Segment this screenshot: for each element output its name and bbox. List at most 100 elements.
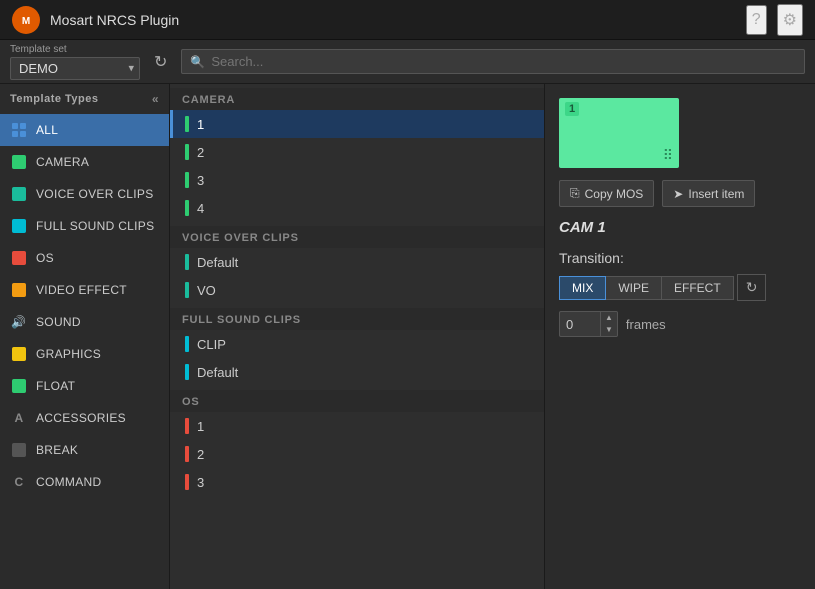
copy-mos-label: Copy MOS [585, 187, 644, 201]
thumbnail-number: 1 [565, 102, 579, 116]
item-color-bar [185, 254, 189, 270]
sidebar-label-voice-over: VOICE OVER CLIPS [36, 187, 154, 201]
main-content: Template Types « ALLCAMERAVOICE OVER CLI… [0, 84, 815, 589]
item-label: 1 [197, 117, 204, 132]
toolbar: Template set DEMOPRODUCTIONTEST ↻ 🔍 [0, 40, 815, 84]
template-set-select[interactable]: DEMOPRODUCTIONTEST [10, 57, 140, 80]
sidebar-item-accessories[interactable]: AACCESSORIES [0, 402, 169, 434]
item-color-bar [185, 282, 189, 298]
svg-text:M: M [22, 16, 30, 27]
transition-tab-mix[interactable]: MIX [559, 276, 606, 300]
thumbnail-grid-icon: ⠿ [663, 147, 673, 164]
item-label: 4 [197, 201, 204, 216]
sidebar-item-full-sound[interactable]: FULL SOUND CLIPS [0, 210, 169, 242]
item-label: 3 [197, 173, 204, 188]
item-color-bar [185, 418, 189, 434]
sidebar-icon-break [10, 441, 28, 459]
template-item[interactable]: Default [170, 248, 544, 276]
item-label: 1 [197, 419, 204, 434]
sidebar-label-sound: SOUND [36, 315, 81, 329]
transition-tab-effect[interactable]: EFFECT [661, 276, 734, 300]
item-color-bar [185, 200, 189, 216]
sidebar-item-graphics[interactable]: GRAPHICS [0, 338, 169, 370]
transition-tab-wipe[interactable]: WIPE [605, 276, 662, 300]
help-button[interactable]: ? [746, 5, 767, 35]
frames-row: ▲ ▼ frames [559, 311, 801, 337]
template-set-group: Template set DEMOPRODUCTIONTEST [10, 44, 140, 80]
item-label: CLIP [197, 337, 226, 352]
insert-item-button[interactable]: ➤ Insert item [662, 180, 755, 207]
template-item[interactable]: 3 [170, 468, 544, 496]
sidebar-label-break: BREAK [36, 443, 78, 457]
item-label: 2 [197, 145, 204, 160]
item-color-bar [185, 336, 189, 352]
template-item[interactable]: 2 [170, 138, 544, 166]
sidebar-label-command: COMMAND [36, 475, 101, 489]
template-item[interactable]: 4 [170, 194, 544, 222]
sidebar-label-video-effect: VIDEO EFFECT [36, 283, 127, 297]
template-item[interactable]: 1 [170, 412, 544, 440]
preview-panel: 1 ⠿ ⎘ Copy MOS ➤ Insert item CAM 1 Trans… [545, 84, 815, 589]
template-item[interactable]: Default [170, 358, 544, 386]
sidebar-item-all[interactable]: ALL [0, 114, 169, 146]
item-color-bar [185, 144, 189, 160]
sidebar-icon-camera [10, 153, 28, 171]
sidebar-label-all: ALL [36, 123, 58, 137]
frames-down-button[interactable]: ▼ [601, 324, 617, 336]
item-color-bar [185, 172, 189, 188]
sidebar-item-voice-over[interactable]: VOICE OVER CLIPS [0, 178, 169, 210]
frames-spinner: ▲ ▼ [600, 312, 617, 336]
collapse-button[interactable]: « [152, 92, 159, 106]
frames-up-button[interactable]: ▲ [601, 312, 617, 324]
sidebar-item-break[interactable]: BREAK [0, 434, 169, 466]
template-item[interactable]: 1 [170, 110, 544, 138]
template-item[interactable]: 3 [170, 166, 544, 194]
template-item[interactable]: 2 [170, 440, 544, 468]
copy-mos-button[interactable]: ⎘ Copy MOS [559, 180, 654, 207]
transition-label: Transition: [559, 250, 801, 266]
search-container: 🔍 [181, 49, 805, 74]
preview-button-row: ⎘ Copy MOS ➤ Insert item [559, 180, 801, 207]
transition-tabs: MIXWIPEEFFECT ↻ [559, 274, 801, 301]
sidebar: Template Types « ALLCAMERAVOICE OVER CLI… [0, 84, 170, 589]
search-icon: 🔍 [190, 55, 205, 69]
sidebar-item-os[interactable]: OS [0, 242, 169, 274]
frames-label: frames [626, 317, 666, 332]
app-title: Mosart NRCS Plugin [50, 12, 736, 28]
transition-tabs-container: MIXWIPEEFFECT [559, 276, 733, 300]
title-bar: M Mosart NRCS Plugin ? ⚙ [0, 0, 815, 40]
sidebar-item-video-effect[interactable]: VIDEO EFFECT [0, 274, 169, 306]
item-label: Default [197, 365, 238, 380]
sidebar-icon-full-sound [10, 217, 28, 235]
sidebar-item-float[interactable]: FLOAT [0, 370, 169, 402]
sidebar-label-float: FLOAT [36, 379, 75, 393]
search-input[interactable] [211, 54, 796, 69]
sidebar-icon-float [10, 377, 28, 395]
item-color-bar [185, 446, 189, 462]
sidebar-icon-all [10, 121, 28, 139]
refresh-button[interactable]: ↻ [150, 48, 171, 76]
settings-button[interactable]: ⚙ [777, 4, 803, 36]
sidebar-item-camera[interactable]: CAMERA [0, 146, 169, 178]
sidebar-icon-graphics [10, 345, 28, 363]
template-item[interactable]: VO [170, 276, 544, 304]
sidebar-label-os: OS [36, 251, 54, 265]
template-item[interactable]: CLIP [170, 330, 544, 358]
section-header-full-sound-clips: FULL SOUND CLIPS [170, 308, 544, 330]
sidebar-label-accessories: ACCESSORIES [36, 411, 126, 425]
copy-mos-icon: ⎘ [570, 186, 580, 201]
sidebar-item-sound[interactable]: 🔊SOUND [0, 306, 169, 338]
insert-item-label: Insert item [688, 187, 744, 201]
template-set-label: Template set [10, 44, 140, 55]
preview-thumbnail: 1 ⠿ [559, 98, 679, 168]
sidebar-label-camera: CAMERA [36, 155, 89, 169]
item-label: Default [197, 255, 238, 270]
item-color-bar [185, 474, 189, 490]
frames-input-wrapper: ▲ ▼ [559, 311, 618, 337]
app-icon: M [12, 6, 40, 34]
section-header-camera: CAMERA [170, 88, 544, 110]
sidebar-label-graphics: GRAPHICS [36, 347, 101, 361]
sidebar-item-command[interactable]: CCOMMAND [0, 466, 169, 498]
transition-refresh-button[interactable]: ↻ [737, 274, 767, 301]
frames-input[interactable] [560, 313, 600, 336]
